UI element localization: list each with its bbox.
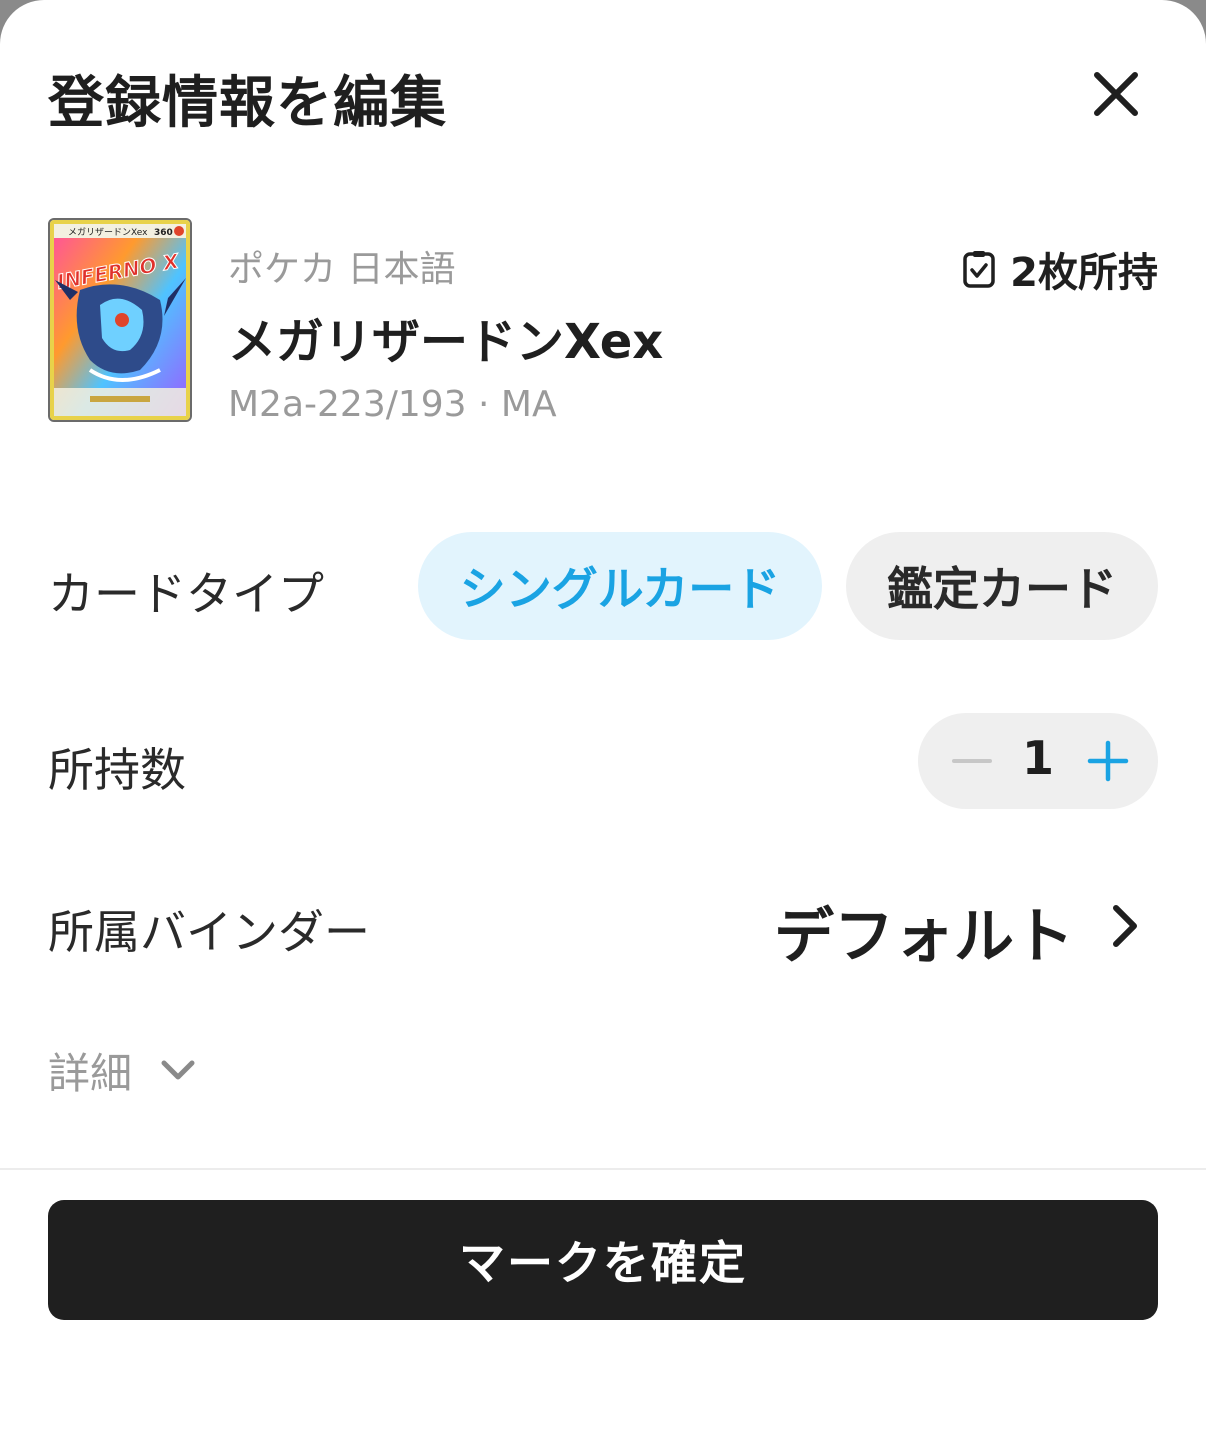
close-button[interactable] [1084,62,1148,126]
owned-count-text: 2枚所持 [1010,250,1158,296]
increment-button[interactable] [1080,737,1136,785]
card-name: メガリザードンXex [228,314,664,370]
plus-icon [1087,740,1129,782]
confirm-mark-button[interactable]: マークを確定 [48,1200,1158,1320]
chevron-right-icon [1113,905,1137,947]
chevron-down-icon [161,1060,195,1079]
details-toggle[interactable]: 詳細 [48,1040,196,1101]
minus-icon [952,759,992,763]
page-title: 登録情報を編集 [48,71,447,136]
card-type-single-option[interactable]: シングルカード [418,532,822,640]
quantity-label: 所持数 [48,743,186,797]
decrement-button[interactable] [944,737,1000,785]
card-art-hp: 360 [154,228,173,238]
card-number: M2a-223/193 · MA [228,384,557,425]
owned-count-badge: 2枚所持 [962,240,1158,298]
card-type-graded-option[interactable]: 鑑定カード [846,532,1158,640]
edit-registration-sheet: 登録情報を編集 メガリザードンXex 360 INFERNO X ポケカ 日本語… [0,0,1206,1430]
footer-divider [0,1168,1206,1170]
details-label: 詳細 [48,1049,133,1098]
binder-select-button[interactable] [1106,900,1146,952]
quantity-stepper: 1 [918,713,1158,809]
quantity-value: 1 [1021,731,1054,785]
card-type-label: カードタイプ [48,567,324,621]
binder-label: 所属バインダー [48,905,370,959]
card-game-label: ポケカ 日本語 [228,249,456,290]
binder-select-value[interactable]: デフォルト [774,888,1074,975]
checklist-icon [963,251,995,288]
card-thumbnail: メガリザードンXex 360 INFERNO X [48,218,192,422]
close-icon [1094,72,1138,116]
card-art-name: メガリザードンXex [68,227,148,238]
